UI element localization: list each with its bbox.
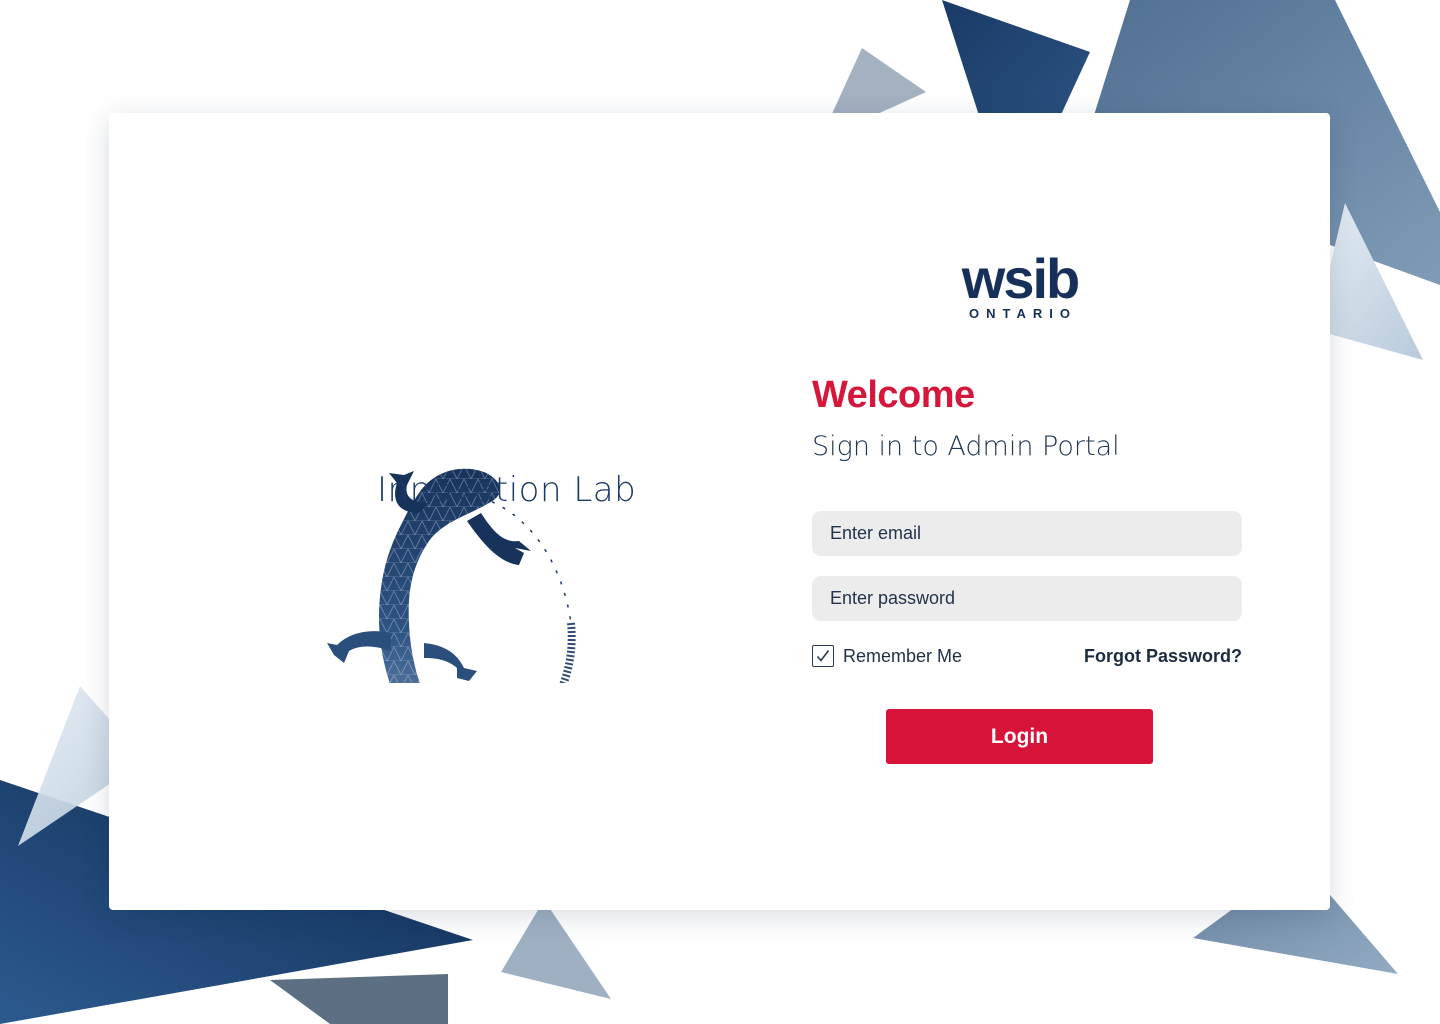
remember-me-label: Remember Me	[843, 645, 963, 666]
forgot-password-link[interactable]: Forgot Password?	[1084, 646, 1242, 667]
sign-in-subtitle: Sign in to Admin Portal	[812, 431, 1120, 462]
remember-me-toggle[interactable]: Remember Me	[812, 645, 962, 667]
logo-wordmark: wsib	[961, 247, 1080, 310]
logo-subtitle: ONTARIO	[969, 306, 1077, 321]
email-input[interactable]	[812, 511, 1242, 556]
remember-me-checkbox[interactable]	[812, 645, 834, 667]
wsib-logo: wsib ONTARIO	[947, 247, 1093, 322]
login-card: Innovation Lab wsib ONTARIO Welcome Sign…	[109, 113, 1330, 910]
salamander-icon	[327, 468, 576, 683]
checkmark-icon	[816, 650, 830, 662]
login-button[interactable]: Login	[886, 709, 1153, 764]
innovation-lab-title: Innovation Lab	[377, 470, 637, 510]
welcome-heading: Welcome	[812, 374, 975, 416]
password-input[interactable]	[812, 576, 1242, 621]
